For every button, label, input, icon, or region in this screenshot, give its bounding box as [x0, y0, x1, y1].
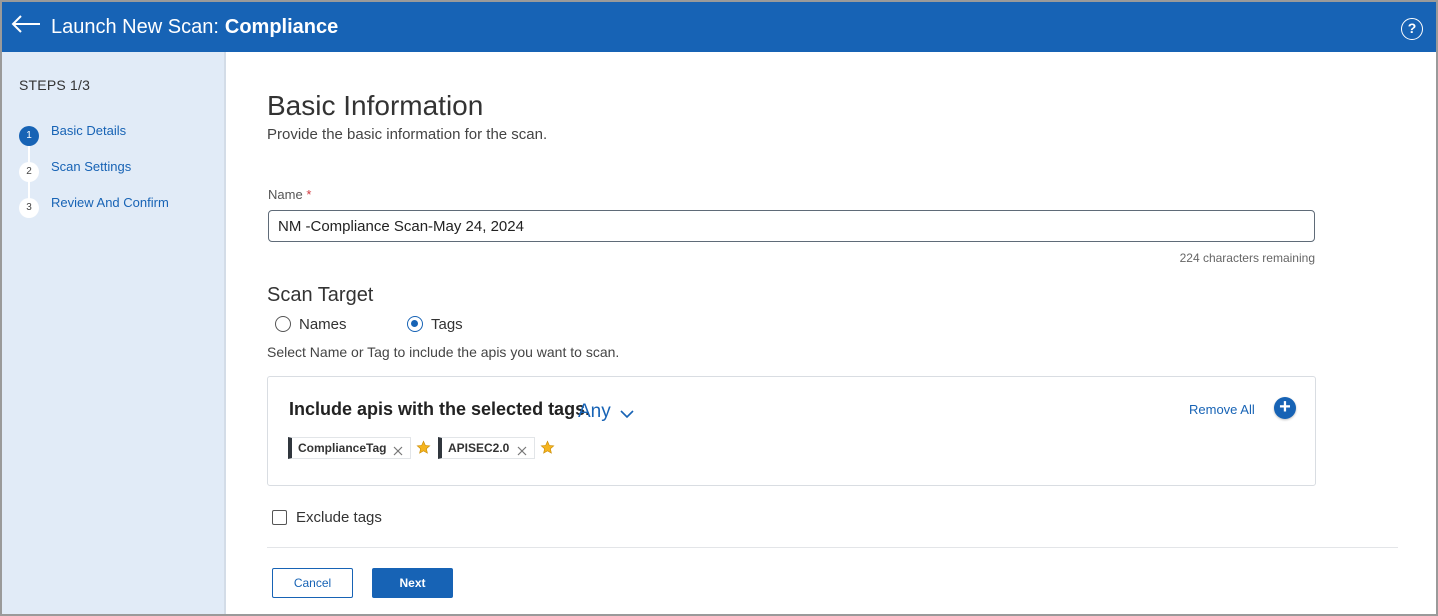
app-window: Launch New Scan: Compliance ? STEPS 1/3 1… [0, 0, 1438, 616]
required-asterisk: * [306, 187, 312, 202]
match-mode-dropdown[interactable]: Any [578, 401, 634, 425]
scan-name-input[interactable] [268, 210, 1315, 242]
cancel-button[interactable]: Cancel [272, 568, 353, 598]
exclude-tags-label: Exclude tags [296, 509, 382, 526]
steps-progress-title: STEPS 1/3 [19, 77, 91, 93]
footer-divider [267, 547, 1398, 548]
plus-circle-icon[interactable]: + [1274, 397, 1296, 419]
close-icon[interactable] [517, 443, 527, 456]
top-header-bar: Launch New Scan: Compliance ? [2, 2, 1436, 52]
title-prefix: Launch New Scan: [51, 16, 219, 38]
next-button[interactable]: Next [372, 568, 453, 598]
scan-target-hint: Select Name or Tag to include the apis y… [267, 344, 620, 360]
tag-chip-apisec2: APISEC2.0 [438, 437, 535, 459]
radio-circle [275, 316, 291, 332]
name-field-label: Name * [268, 187, 311, 202]
radio-tags[interactable]: Tags [407, 315, 477, 335]
include-tags-title: Include apis with the selected tags. [289, 399, 591, 419]
section-heading: Basic Information [267, 90, 484, 121]
steps-sidebar: STEPS 1/3 1 Basic Details 2 Scan Setting… [2, 52, 226, 614]
title-scan-type: Compliance [224, 16, 339, 38]
close-icon[interactable] [393, 443, 403, 456]
radio-names[interactable]: Names [275, 315, 355, 335]
remove-all-tags-link[interactable]: Remove All [1189, 402, 1255, 417]
step-number-badge: 2 [19, 162, 39, 182]
question-circle-icon[interactable]: ? [1401, 18, 1423, 40]
tag-label: ComplianceTag [298, 441, 387, 455]
radio-label: Tags [431, 316, 463, 333]
tag-chip-compliancetag: ComplianceTag [288, 437, 411, 459]
scan-target-heading: Scan Target [267, 284, 374, 306]
step-scan-settings[interactable]: 2 Scan Settings [19, 158, 219, 182]
step-label: Basic Details [51, 123, 127, 138]
name-label-text: Name [268, 187, 303, 202]
chevron-down-icon [620, 406, 634, 419]
checkbox-box [272, 510, 287, 525]
step-number-badge: 3 [19, 198, 39, 218]
step-label: Scan Settings [51, 159, 132, 174]
page-title: Launch New Scan: Compliance [51, 15, 338, 39]
star-icon[interactable] [416, 440, 431, 455]
radio-circle-selected [407, 316, 423, 332]
tag-label: APISEC2.0 [448, 441, 510, 455]
tag-selection-panel: Include apis with the selected tags. Any… [267, 376, 1316, 486]
characters-remaining: 224 characters remaining [1179, 251, 1315, 265]
back-arrow-icon[interactable] [10, 14, 44, 38]
step-label: Review And Confirm [51, 195, 169, 210]
step-number-badge: 1 [19, 126, 39, 146]
section-subheading: Provide the basic information for the sc… [267, 126, 548, 143]
star-icon[interactable] [540, 440, 555, 455]
match-mode-value: Any [578, 401, 611, 422]
step-basic-details[interactable]: 1 Basic Details [19, 122, 219, 146]
radio-label: Names [299, 316, 347, 333]
step-review-and-confirm[interactable]: 3 Review And Confirm [19, 194, 219, 218]
